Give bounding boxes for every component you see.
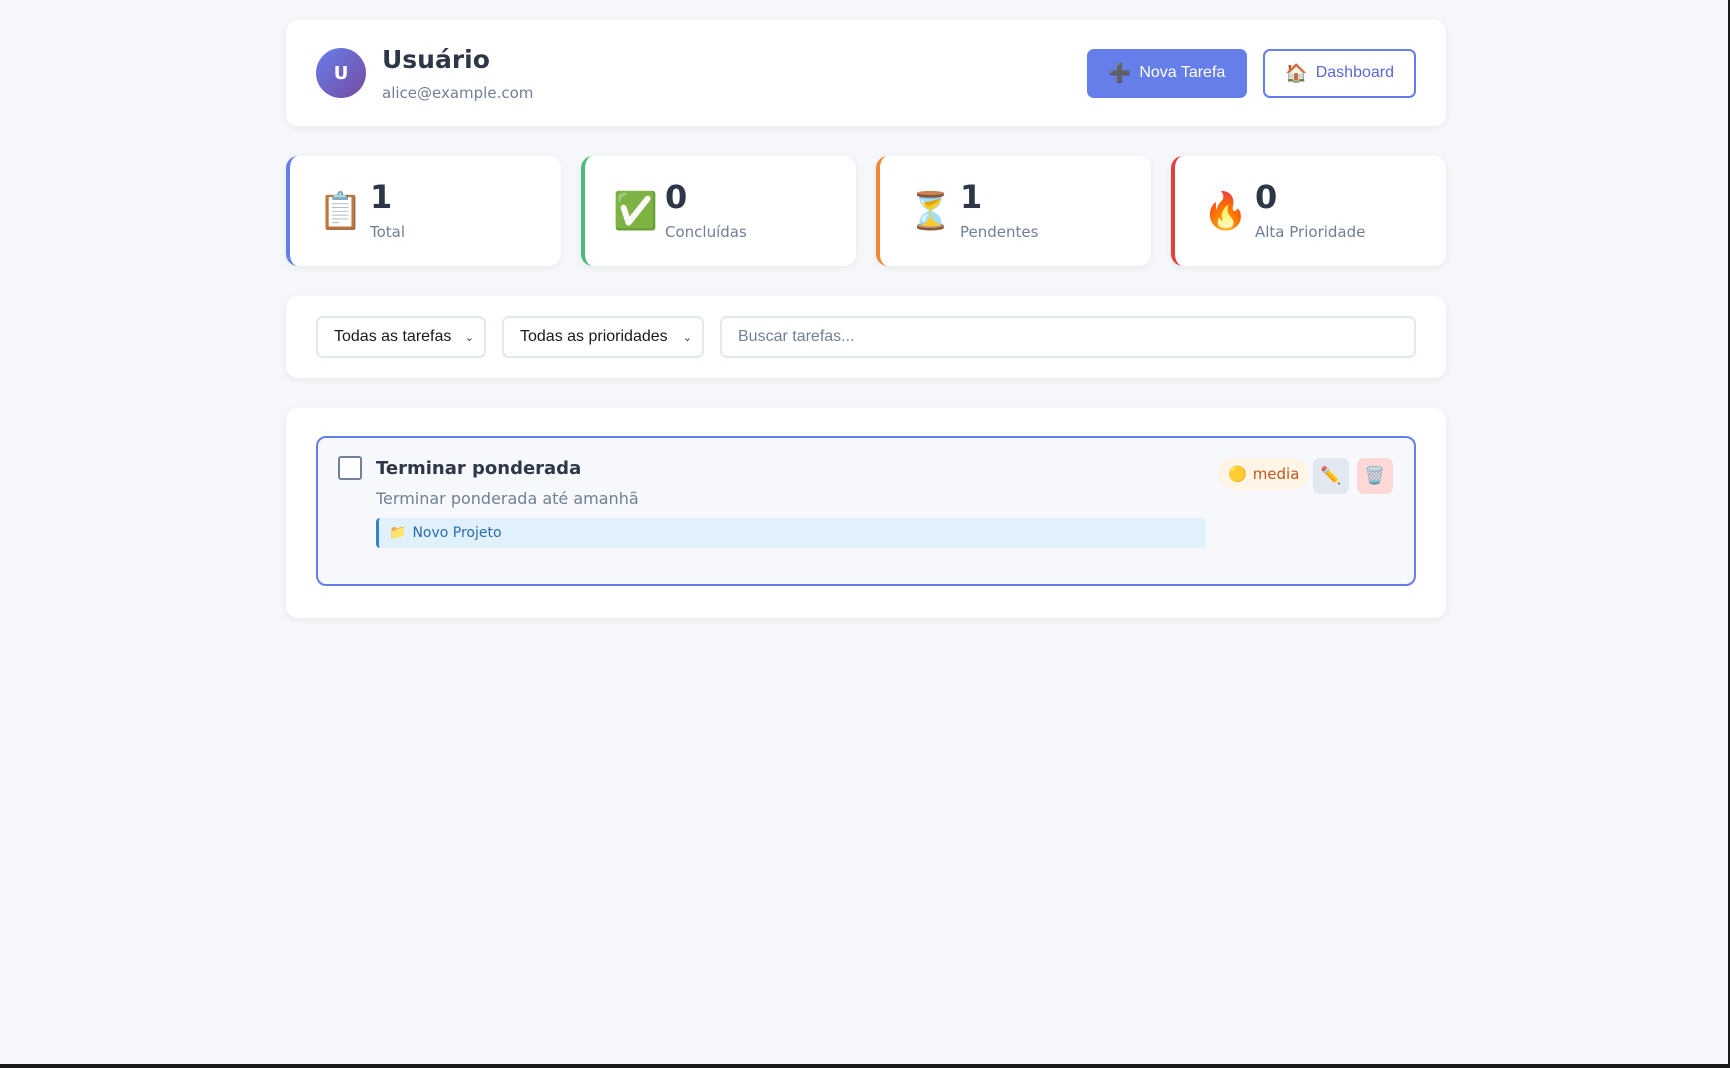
main-container: U Usuário alice@example.com ➕ Nova Taref… bbox=[286, 20, 1446, 618]
edit-task-button[interactable]: ✏️ bbox=[1313, 458, 1349, 494]
priority-filter-value: Todas as prioridades bbox=[520, 328, 668, 345]
priority-filter-select[interactable]: Todas as prioridades ⌄ bbox=[502, 316, 704, 358]
status-filter-value: Todas as tarefas bbox=[334, 328, 452, 345]
priority-badge: 🟡 media bbox=[1218, 458, 1310, 490]
stat-value: 0 bbox=[665, 178, 688, 216]
delete-task-button[interactable]: 🗑️ bbox=[1357, 458, 1393, 494]
stat-value: 1 bbox=[960, 178, 983, 216]
check-icon: ✅ bbox=[613, 191, 658, 232]
stat-label: Pendentes bbox=[960, 223, 1039, 241]
fire-icon: 🔥 bbox=[1203, 191, 1248, 232]
yellow-circle-icon: 🟡 bbox=[1228, 465, 1247, 483]
task-item[interactable]: Terminar ponderada Terminar ponderada at… bbox=[316, 436, 1416, 586]
stat-card-high-priority: 🔥 0 Alta Prioridade bbox=[1171, 156, 1446, 266]
stat-value: 0 bbox=[1255, 178, 1278, 216]
pencil-icon: ✏️ bbox=[1320, 466, 1342, 486]
task-project-tag: 📁 Novo Projeto bbox=[376, 518, 1206, 548]
window-bottom-edge bbox=[0, 1064, 1730, 1068]
stat-card-pending: ⏳ 1 Pendentes bbox=[876, 156, 1151, 266]
status-filter-select[interactable]: Todas as tarefas ⌄ bbox=[316, 316, 486, 358]
user-info: U Usuário alice@example.com bbox=[316, 45, 533, 102]
stats-row: 📋 1 Total ✅ 0 Concluídas ⏳ 1 Pendentes 🔥… bbox=[286, 156, 1446, 266]
new-task-button[interactable]: ➕ Nova Tarefa bbox=[1086, 48, 1248, 98]
priority-label: media bbox=[1252, 465, 1300, 483]
stat-label: Total bbox=[370, 223, 406, 241]
stat-label: Concluídas bbox=[665, 223, 747, 241]
hourglass-icon: ⏳ bbox=[908, 191, 953, 232]
task-title: Terminar ponderada bbox=[376, 458, 582, 479]
app-viewport: U Usuário alice@example.com ➕ Nova Taref… bbox=[0, 0, 1730, 1064]
filters-bar: Todas as tarefas ⌄ Todas as prioridades … bbox=[286, 296, 1446, 378]
folder-icon: 📁 bbox=[389, 525, 407, 541]
user-name: Usuário bbox=[382, 44, 490, 74]
user-email: alice@example.com bbox=[382, 83, 534, 102]
house-icon: 🏠 bbox=[1285, 62, 1308, 83]
user-header: U Usuário alice@example.com ➕ Nova Taref… bbox=[286, 20, 1446, 126]
chevron-down-icon: ⌄ bbox=[464, 331, 474, 344]
trash-icon: 🗑️ bbox=[1364, 466, 1386, 486]
task-list: Terminar ponderada Terminar ponderada at… bbox=[286, 408, 1446, 618]
task-description: Terminar ponderada até amanhã bbox=[376, 489, 639, 508]
chevron-down-icon: ⌄ bbox=[682, 331, 692, 344]
clipboard-icon: 📋 bbox=[318, 191, 363, 232]
stat-card-total: 📋 1 Total bbox=[286, 156, 561, 266]
dashboard-label: Dashboard bbox=[1315, 64, 1394, 81]
task-complete-checkbox[interactable] bbox=[338, 456, 362, 480]
header-actions: ➕ Nova Tarefa 🏠 Dashboard bbox=[1086, 48, 1416, 98]
plus-icon: ➕ bbox=[1108, 62, 1132, 83]
task-project-name: Novo Projeto bbox=[412, 525, 502, 541]
stat-card-completed: ✅ 0 Concluídas bbox=[581, 156, 856, 266]
dashboard-button[interactable]: 🏠 Dashboard bbox=[1263, 48, 1416, 98]
new-task-label: Nova Tarefa bbox=[1139, 64, 1226, 81]
search-input[interactable] bbox=[720, 316, 1416, 358]
stat-label: Alta Prioridade bbox=[1255, 223, 1366, 241]
avatar: U bbox=[316, 48, 366, 98]
stat-value: 1 bbox=[370, 178, 393, 216]
